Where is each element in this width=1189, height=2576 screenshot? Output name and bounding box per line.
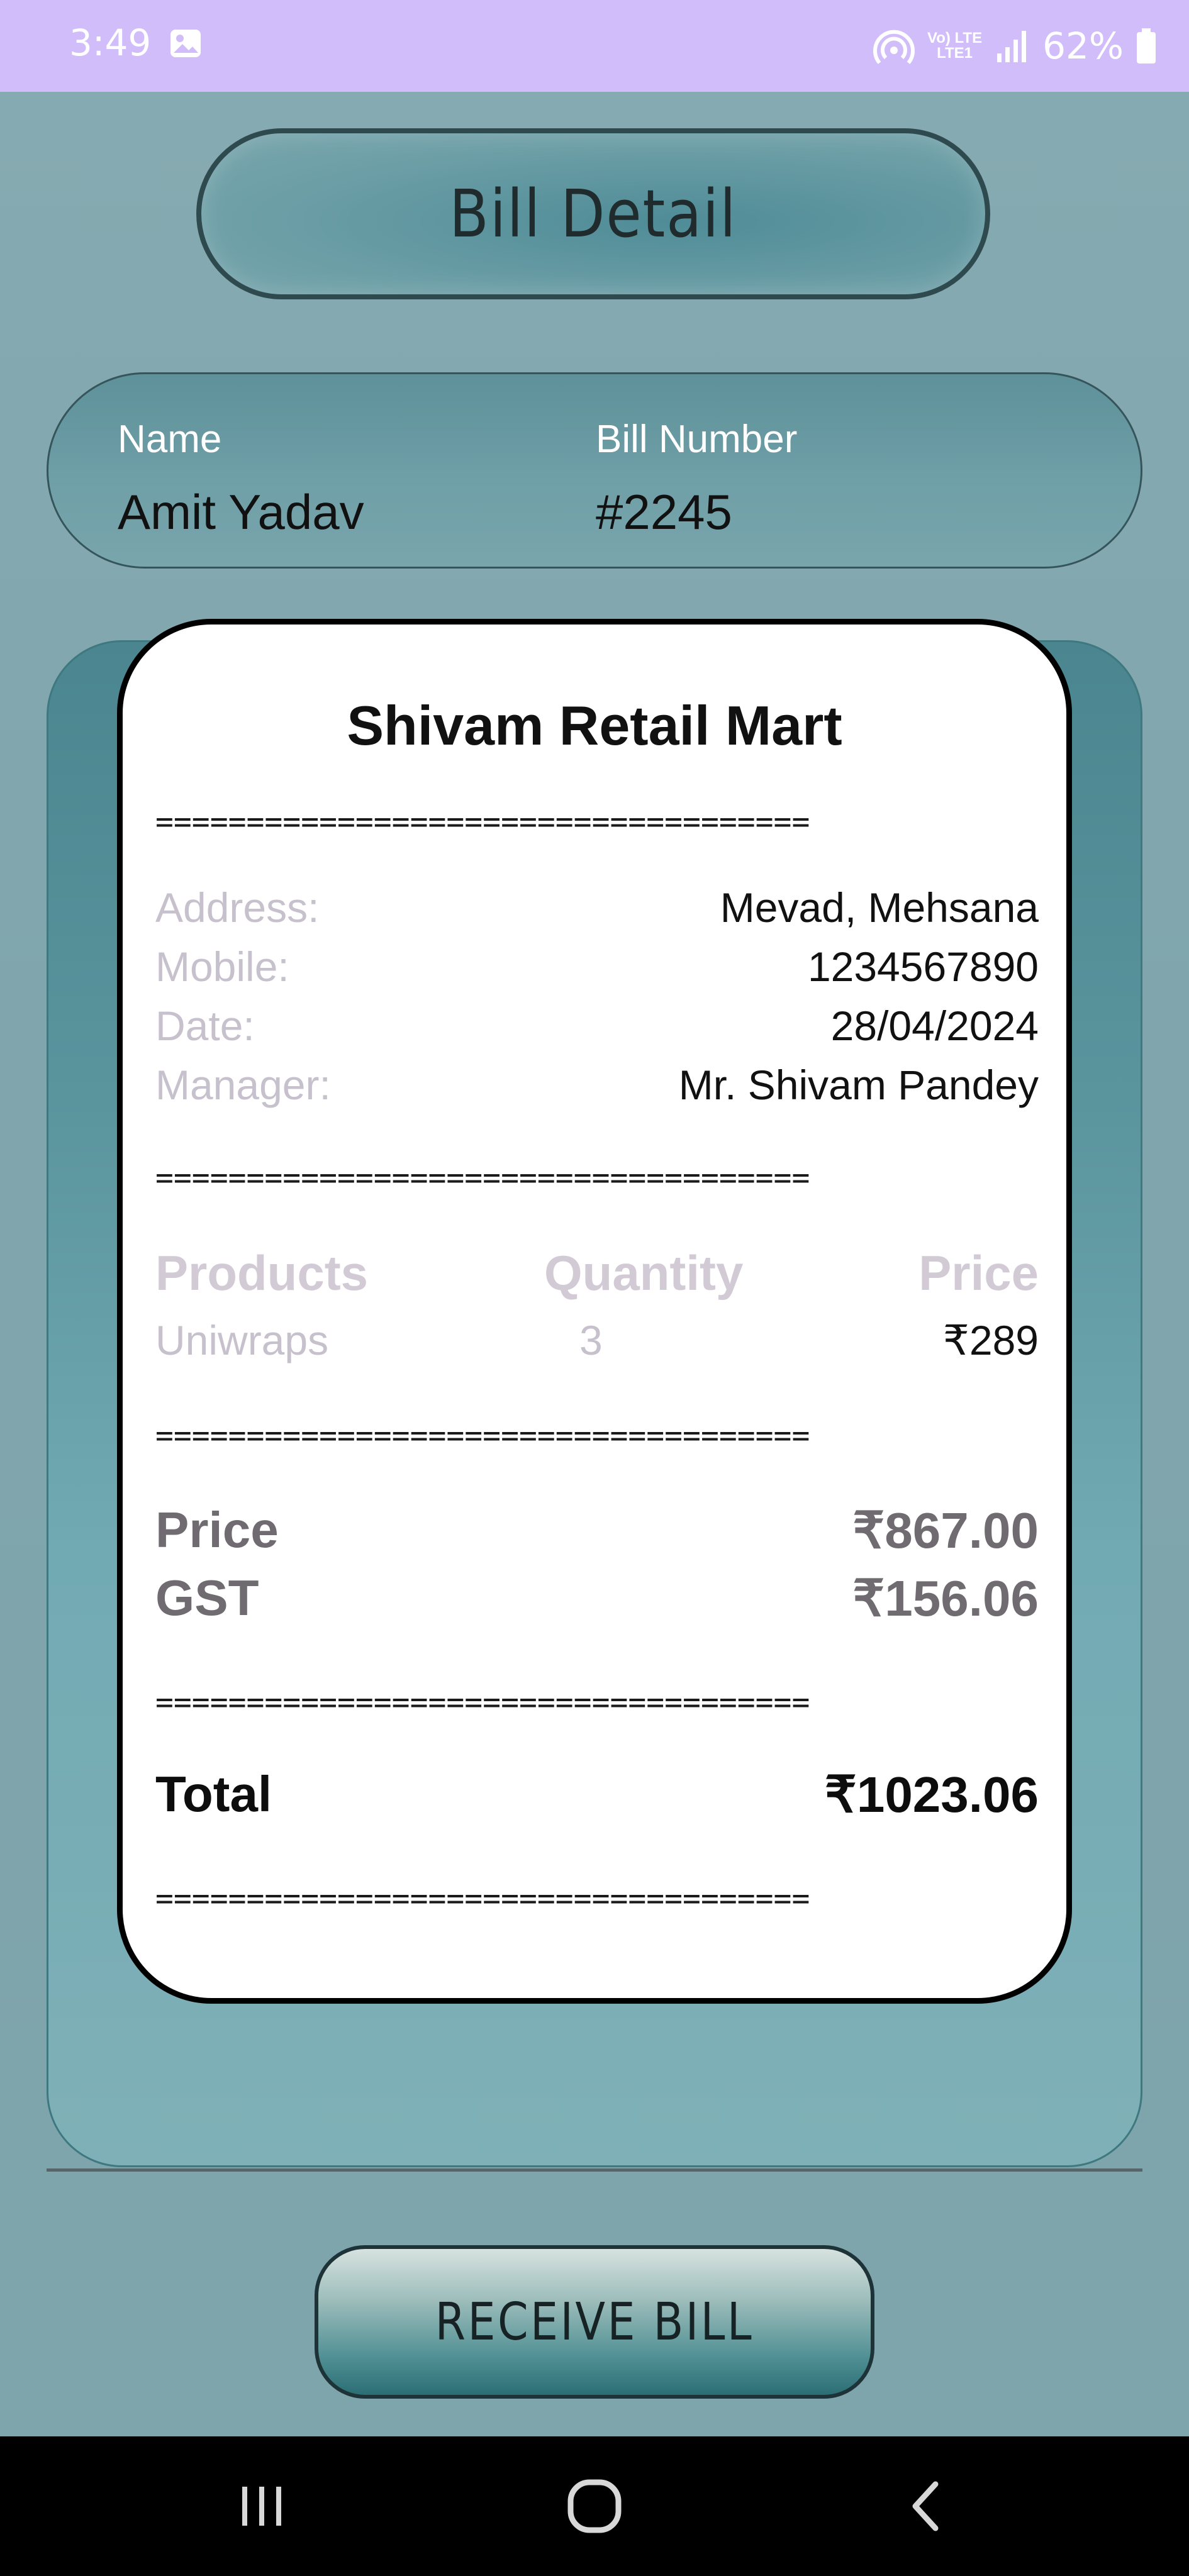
page-title-pill: Bill Detail	[196, 128, 990, 299]
quantity-header: Quantity	[544, 1245, 744, 1301]
recent-apps-icon	[242, 2487, 281, 2526]
gst-label: GST	[155, 1570, 259, 1626]
receive-bill-button[interactable]: RECEIVE BILL	[315, 2245, 874, 2399]
receipt-card: Shivam Retail Mart =====================…	[117, 619, 1072, 2004]
mobile-value: 1234567890	[807, 943, 1039, 990]
date-label: Date:	[155, 1002, 255, 1049]
receive-bill-label: RECEIVE BILL	[435, 2292, 754, 2352]
home-icon	[567, 2479, 622, 2533]
name-value: Amit Yadav	[118, 484, 364, 540]
bill-number-label: Bill Number	[596, 418, 798, 461]
address-value: Mevad, Mehsana	[720, 884, 1039, 931]
price-label: Price	[155, 1502, 279, 1558]
status-right: Vo) LTE LTE1 62%	[872, 19, 1158, 73]
gst-value: ₹156.06	[852, 1570, 1039, 1626]
recent-apps-button[interactable]	[167, 2436, 356, 2576]
hotspot-icon	[873, 30, 915, 64]
separator: ====================================	[155, 1881, 810, 1916]
home-button[interactable]	[500, 2436, 689, 2576]
network-type: Vo) LTE LTE1	[927, 31, 982, 61]
separator: ====================================	[155, 1160, 810, 1196]
separator: ====================================	[155, 1685, 810, 1720]
total-label: Total	[155, 1766, 272, 1822]
separator: ====================================	[155, 1418, 810, 1453]
navigation-bar	[0, 2436, 1189, 2576]
manager-label: Manager:	[155, 1062, 331, 1108]
address-label: Address:	[155, 884, 320, 931]
product-price: ₹289	[942, 1317, 1039, 1363]
total-value: ₹1023.06	[824, 1767, 1039, 1823]
network-top: Vo) LTE	[927, 30, 983, 47]
back-button[interactable]	[833, 2436, 1022, 2576]
divider	[47, 2168, 1142, 2172]
customer-info-card: Name Amit Yadav Bill Number #2245	[47, 372, 1142, 569]
price-value: ₹867.00	[852, 1502, 1039, 1558]
battery-text: 62%	[1042, 25, 1124, 67]
battery-icon	[1137, 28, 1156, 64]
back-icon	[912, 2481, 939, 2531]
page-title: Bill Detail	[449, 175, 737, 252]
products-header: Products	[155, 1245, 369, 1301]
product-quantity: 3	[579, 1317, 603, 1363]
manager-value: Mr. Shivam Pandey	[678, 1062, 1039, 1108]
name-label: Name	[118, 418, 222, 461]
separator: ====================================	[155, 804, 810, 840]
network-bottom: LTE1	[937, 45, 973, 62]
date-value: 28/04/2024	[830, 1002, 1039, 1049]
product-name: Uniwraps	[155, 1317, 329, 1363]
store-name: Shivam Retail Mart	[347, 694, 842, 757]
status-time: 3:49	[69, 21, 152, 64]
status-bar: 3:49 Vo) LTE LTE1 62%	[0, 0, 1189, 92]
price-header: Price	[918, 1245, 1039, 1301]
bill-number-value: #2245	[596, 484, 732, 540]
signal-icon	[997, 31, 1027, 62]
mobile-label: Mobile:	[155, 943, 289, 990]
gallery-icon	[170, 30, 201, 57]
